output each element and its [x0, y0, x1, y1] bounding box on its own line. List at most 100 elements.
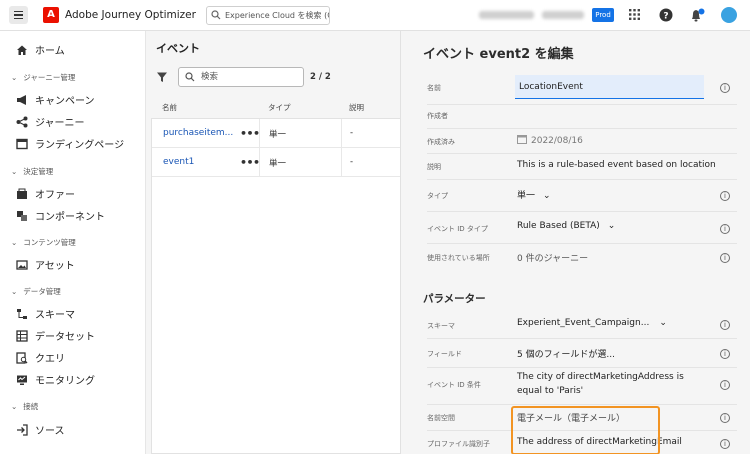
table-row[interactable]: event1 ••• 単一 - — [152, 148, 401, 177]
app-title: Adobe Journey Optimizer — [65, 9, 196, 21]
more-actions-icon[interactable]: ••• — [240, 127, 260, 140]
event-name-link[interactable]: event1 — [163, 157, 194, 167]
divider — [427, 104, 737, 105]
sidebar-item-queries[interactable]: クエリ — [16, 350, 65, 365]
sidebar-item-label: スキーマ — [35, 310, 75, 321]
sidebar-section-decision[interactable]: ⌄ 決定管理 — [11, 166, 53, 177]
sandbox-badge[interactable]: Prod — [592, 8, 614, 22]
type-select[interactable]: 単一 ⌄ — [517, 188, 551, 201]
name-label: 名前 — [427, 84, 441, 92]
chevron-down-icon: ⌄ — [543, 191, 551, 201]
notifications-bell-icon[interactable] — [689, 8, 705, 23]
type-value: 単一 — [517, 191, 536, 201]
sidebar-section-journey[interactable]: ⌄ ジャーニー管理 — [11, 72, 75, 83]
user-avatar[interactable] — [721, 7, 737, 23]
sidebar-section-title: 決定管理 — [23, 167, 54, 176]
info-icon[interactable]: i — [720, 413, 730, 423]
event-name-link[interactable]: purchaseitem... — [163, 128, 233, 138]
sidebar-section-title: コンテンツ管理 — [23, 238, 76, 247]
info-icon[interactable]: i — [720, 349, 730, 359]
image-icon — [16, 259, 28, 270]
landing-page-icon — [16, 138, 28, 149]
column-header-type[interactable]: タイプ — [268, 102, 291, 113]
schema-select[interactable]: Experient_Event_Campaign... ⌄ — [517, 318, 667, 328]
info-icon[interactable]: i — [720, 439, 730, 449]
divider — [427, 211, 737, 212]
sidebar-item-monitoring[interactable]: モニタリング — [16, 372, 95, 387]
divider — [427, 243, 737, 244]
search-icon — [185, 72, 195, 82]
event-name-input[interactable]: LocationEvent — [515, 75, 704, 99]
events-list-panel: イベント 検索 2 / 2 名前 タイプ 説明 purchaseitem... … — [146, 31, 401, 454]
chevron-down-icon: ⌄ — [11, 287, 18, 296]
sidebar-item-home[interactable]: ホーム — [16, 42, 65, 57]
sidebar-item-landing-pages[interactable]: ランディングページ — [16, 136, 124, 151]
description-value[interactable]: This is a rule-based event based on loca… — [517, 160, 716, 170]
sidebar-section-title: 接続 — [23, 402, 39, 411]
created-date: 2022/08/16 — [531, 136, 583, 146]
left-navigation: ホーム ⌄ ジャーニー管理 キャンペーン ジャーニー ランディングページ ⌄ 決… — [0, 31, 146, 454]
column-header-description[interactable]: 説明 — [349, 102, 364, 113]
events-panel-title: イベント — [156, 42, 200, 55]
fields-label: フィールド — [427, 350, 462, 358]
column-header-name[interactable]: 名前 — [162, 102, 177, 113]
condition-value-line2[interactable]: equal to 'Paris' — [517, 386, 583, 396]
sidebar-item-label: ランディングページ — [35, 140, 125, 151]
apps-grid-icon[interactable] — [628, 8, 641, 21]
event-type: 単一 — [269, 130, 287, 140]
divider — [427, 179, 737, 180]
divider — [427, 367, 737, 368]
info-icon[interactable]: i — [720, 380, 730, 390]
sidebar-item-label: データセット — [35, 332, 95, 343]
help-icon[interactable]: ? — [659, 8, 673, 22]
events-search-input[interactable]: 検索 — [178, 67, 304, 87]
id-type-select[interactable]: Rule Based (BETA) ⌄ — [517, 221, 615, 231]
sidebar-item-label: アセット — [35, 261, 75, 272]
info-icon[interactable]: i — [720, 224, 730, 234]
sidebar-section-content[interactable]: ⌄ コンテンツ管理 — [11, 237, 76, 248]
author-label: 作成者 — [427, 112, 448, 120]
edit-event-panel: イベント event2 を編集 名前 LocationEvent i 作成者 作… — [400, 31, 750, 454]
sidebar-item-offers[interactable]: オファー — [16, 186, 75, 201]
info-icon[interactable]: i — [720, 320, 730, 330]
sidebar-item-components[interactable]: コンポーネント — [16, 208, 105, 223]
info-icon[interactable]: i — [720, 253, 730, 263]
fields-value[interactable]: 5 個のフィールドが選... — [517, 347, 615, 360]
dataset-icon — [16, 329, 28, 342]
divider — [427, 153, 737, 154]
global-search-input[interactable]: Experience Cloud を検索 (Ctr... — [206, 6, 330, 25]
more-actions-icon[interactable]: ••• — [240, 156, 260, 169]
sidebar-section-connections[interactable]: ⌄ 接続 — [11, 401, 38, 412]
info-icon[interactable]: i — [720, 191, 730, 201]
components-icon — [17, 210, 27, 221]
sidebar-item-label: ジャーニー — [35, 118, 85, 129]
info-icon[interactable]: i — [720, 83, 730, 93]
sidebar-item-label: コンポーネント — [35, 212, 105, 223]
sidebar-section-data[interactable]: ⌄ データ管理 — [11, 286, 61, 297]
filter-icon[interactable] — [156, 71, 168, 83]
sidebar-item-sources[interactable]: ソース — [16, 422, 65, 437]
sidebar-item-label: クエリ — [35, 354, 65, 365]
schema-label: スキーマ — [427, 322, 455, 330]
sidebar-item-label: キャンペーン — [35, 96, 95, 107]
global-search-placeholder: Experience Cloud を検索 (Ctr... — [225, 11, 329, 20]
used-in-label: 使用されている場所 — [427, 254, 490, 262]
condition-value-line1[interactable]: The city of directMarketingAddress is — [517, 372, 684, 382]
menu-toggle-icon[interactable] — [9, 6, 28, 24]
sidebar-item-datasets[interactable]: データセット — [16, 328, 95, 343]
table-row[interactable]: purchaseitem... ••• 単一 - — [152, 119, 401, 148]
sandbox-switcher-blurred[interactable] — [542, 11, 584, 19]
sidebar-item-label: オファー — [35, 190, 75, 201]
sidebar-item-label: モニタリング — [35, 376, 95, 387]
created-value: 2022/08/16 — [517, 134, 583, 146]
chevron-down-icon: ⌄ — [659, 318, 667, 328]
sidebar-item-campaigns[interactable]: キャンペーン — [16, 92, 95, 107]
search-icon — [211, 10, 221, 20]
sidebar-item-journeys[interactable]: ジャーニー — [16, 114, 85, 129]
sidebar-item-label: ソース — [35, 426, 65, 437]
sidebar-item-schemas[interactable]: スキーマ — [16, 306, 75, 321]
org-switcher-blurred[interactable] — [479, 11, 534, 19]
sidebar-item-assets[interactable]: アセット — [16, 257, 75, 272]
schema-icon — [17, 308, 27, 319]
divider — [427, 404, 737, 405]
